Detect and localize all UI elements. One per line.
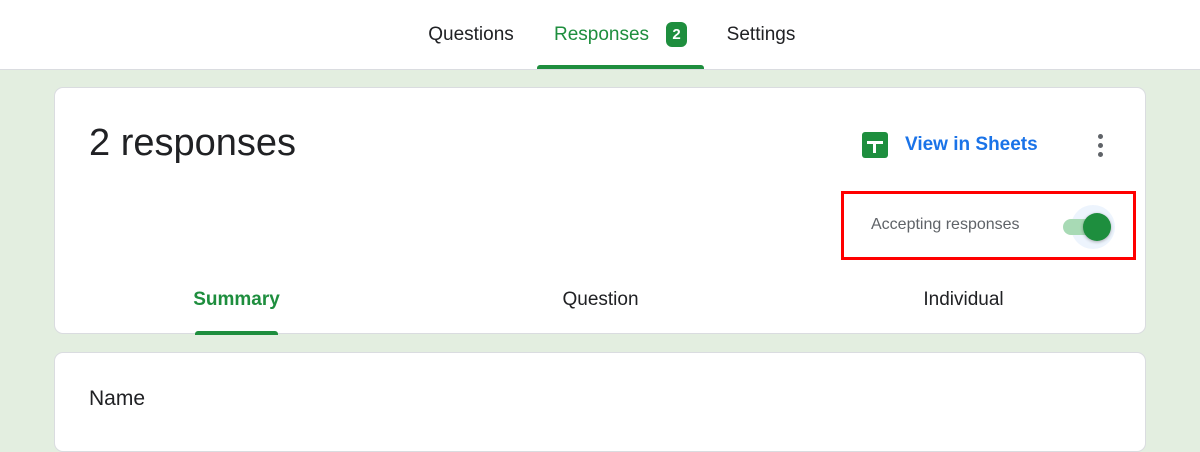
subtab-summary[interactable]: Summary <box>165 283 308 317</box>
tab-settings[interactable]: Settings <box>712 0 810 69</box>
subtab-summary-label: Summary <box>193 289 280 310</box>
tab-settings-label: Settings <box>726 23 796 45</box>
subtab-question-label: Question <box>562 289 639 310</box>
responses-count-title: 2 responses <box>89 122 297 164</box>
top-tab-bar: Questions Responses 2 Settings <box>0 0 1200 70</box>
active-tab-indicator <box>537 65 704 69</box>
responses-summary-card: 2 responses View in Sheets Accepting res… <box>54 87 1146 335</box>
tab-questions[interactable]: Questions <box>412 0 530 69</box>
more-options-icon[interactable] <box>1085 130 1115 160</box>
accepting-responses-highlight: Accepting responses <box>841 191 1136 260</box>
view-in-sheets-button[interactable]: View in Sheets <box>862 132 1038 158</box>
toggle-thumb <box>1083 213 1111 241</box>
accepting-responses-toggle[interactable] <box>1059 205 1121 249</box>
tab-questions-label: Questions <box>428 23 514 45</box>
accepting-responses-label: Accepting responses <box>871 216 1020 233</box>
tab-responses[interactable]: Responses 2 <box>537 0 704 69</box>
google-sheets-icon <box>862 132 888 158</box>
question-summary-card: Name <box>54 352 1146 452</box>
subtab-individual[interactable]: Individual <box>892 283 1035 317</box>
tab-responses-label: Responses <box>553 23 650 45</box>
subtab-question[interactable]: Question <box>529 283 672 317</box>
view-in-sheets-label: View in Sheets <box>905 134 1038 155</box>
question-title: Name <box>89 387 146 410</box>
active-subtab-indicator <box>195 331 278 335</box>
responses-count-badge: 2 <box>666 22 688 47</box>
subtab-individual-label: Individual <box>923 289 1004 310</box>
